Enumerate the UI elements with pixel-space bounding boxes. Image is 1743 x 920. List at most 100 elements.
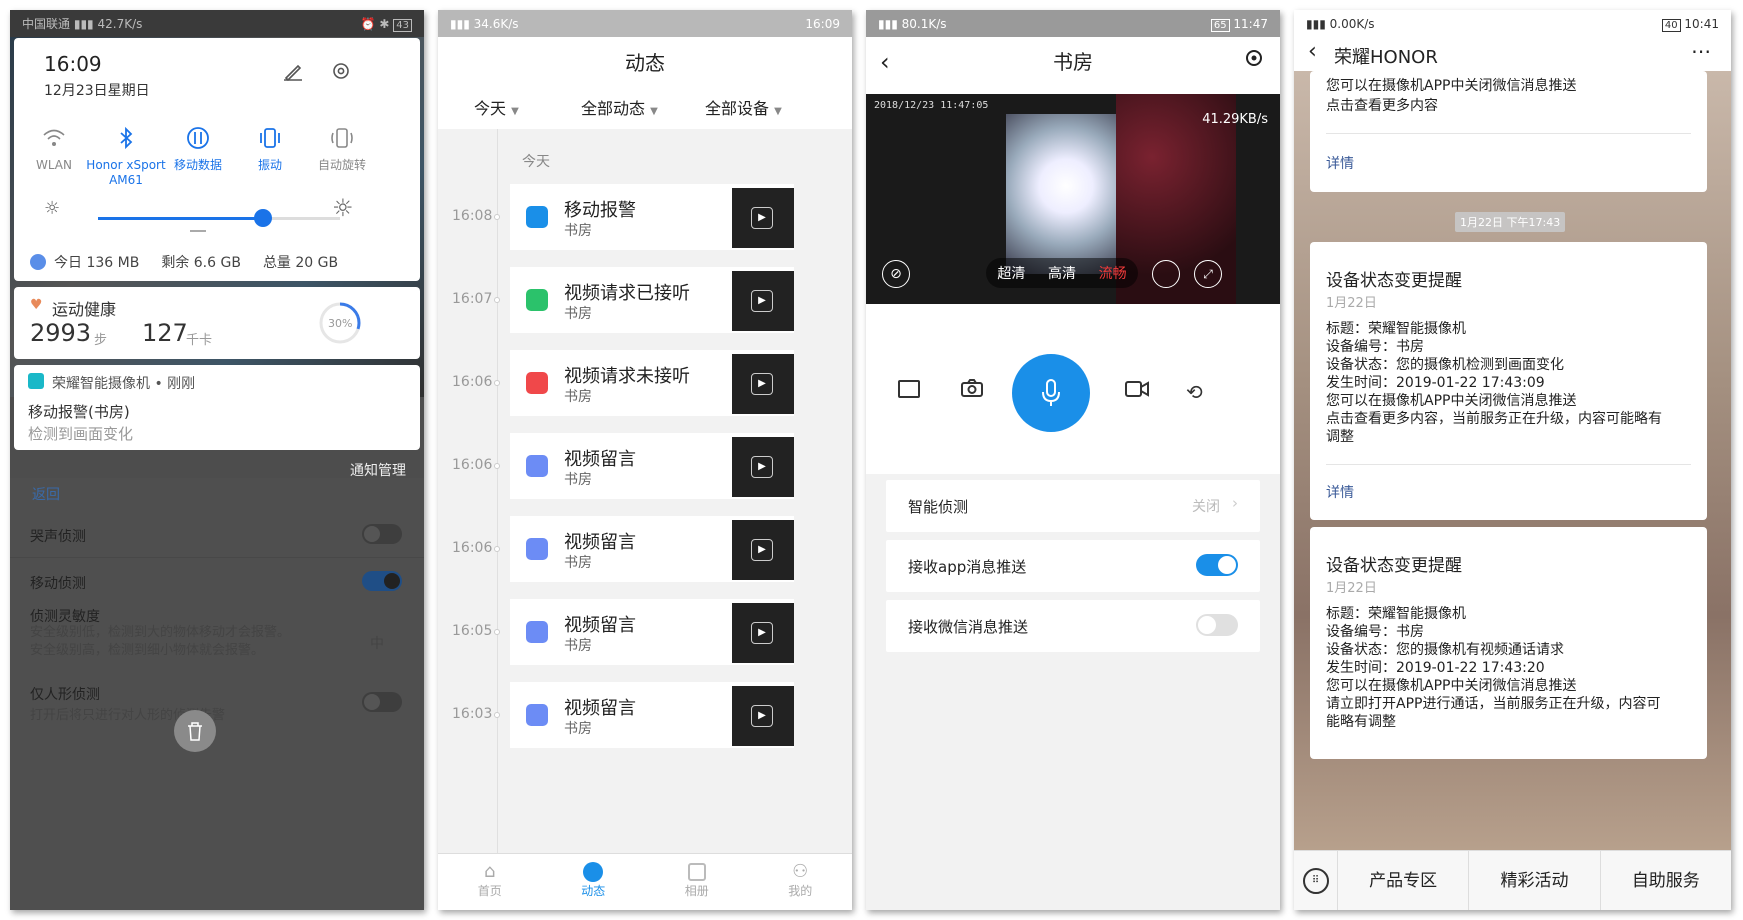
control-bar: ⟲ [866,304,1280,474]
multi-window-icon[interactable] [1152,260,1180,288]
quality-smooth[interactable]: 流畅 [1099,263,1127,283]
menu-events[interactable]: 精彩活动 [1469,850,1601,910]
event-title: 视频留言 [564,698,636,719]
camera-icon[interactable] [960,378,984,402]
chevron-down-icon: ▼ [650,106,658,117]
back-link[interactable]: 返回 [32,484,60,504]
status-bar: ▮▮▮ 34.6K/s 16:09 [438,10,852,37]
event-card[interactable]: 视频留言书房 ▶ [510,682,794,748]
fullscreen-icon[interactable]: ⤢ [1194,260,1222,288]
tab-events[interactable]: 动态 [542,854,646,910]
chevron-down-icon: ▼ [511,106,519,117]
event-card[interactable]: 视频留言 书房 ▶ [510,433,794,499]
event-card[interactable]: 移动报警 书房 ▶ [510,184,794,250]
filter-all-events[interactable]: 全部动态 ▼ [581,95,658,119]
playback-history-icon[interactable]: ⟲ [1186,380,1203,404]
message-line: 您可以在摄像机APP中关闭微信消息推送 [1326,678,1577,694]
cry-detection-toggle[interactable] [362,524,402,544]
album-icon [687,863,706,881]
live-video-view[interactable]: 2018/12/23 11:47:05 41.29KB/s ⊘ 超清 高清 流畅… [866,94,1280,304]
health-card[interactable]: ♥ 运动健康 2993 步 127 千卡 30% [14,287,420,359]
detail-link[interactable]: 详情 [1326,153,1354,173]
tile-bluetooth[interactable]: Honor xSport AM61 [86,118,166,188]
event-thumbnail[interactable]: ▶ [732,271,794,331]
event-card[interactable]: 视频留言 书房 ▶ [510,599,794,665]
mute-icon[interactable]: ⊘ [882,260,910,288]
net-speed: 42.7K/s [97,17,143,31]
event-room: 书房 [564,721,592,737]
tile-vibrate[interactable]: 振动 [230,118,310,173]
calorie-unit: 千卡 [186,333,213,348]
filter-all-devices[interactable]: 全部设备 ▼ [705,95,782,119]
play-icon: ▶ [751,290,773,312]
gear-icon[interactable] [330,60,352,82]
battery-level: 43 [393,18,412,32]
brightness-knob[interactable] [253,209,272,227]
smart-detection-row[interactable]: 智能侦测 关闭 › [886,480,1260,532]
filter-today[interactable]: 今天 ▼ [474,95,519,119]
brightness-slider[interactable] [98,209,340,227]
status-time: 16:09 [805,16,840,31]
wechat-push-toggle[interactable] [1196,614,1238,636]
tile-mobile-data[interactable]: 移动数据 [158,118,238,173]
message-card[interactable]: 您可以在摄像机APP中关闭微信消息推送 点击查看更多内容 详情 [1310,71,1707,192]
event-room: 书房 [564,306,592,322]
event-thumbnail[interactable]: ▶ [732,188,794,248]
event-thumbnail[interactable]: ▶ [732,437,794,497]
event-card[interactable]: 视频留言 书房 ▶ [510,516,794,582]
message-line: 设备状态：您的摄像机有视频通话请求 [1326,642,1564,658]
message-card[interactable]: 设备状态变更提醒 1月22日 标题：荣耀智能摄像机 设备编号：书房 设备状态：您… [1310,242,1707,520]
tab-home[interactable]: ⌂ 首页 [438,854,542,910]
record-video-icon[interactable] [1124,380,1150,402]
data-usage-card[interactable]: 今日 136 MB 剩余 6.6 GB 总量 20 GB [14,243,420,281]
talk-mic-button[interactable] [1012,354,1090,432]
sensitivity-value[interactable]: 中 [370,633,384,653]
notification-shade-screen: 中国联通 ▮▮▮ 42.7K/s ⏰ ✱ 43 16:09 12月23日星期日 … [10,10,424,910]
tile-wlan[interactable]: WLAN [14,118,94,173]
motion-detection-toggle[interactable] [362,571,402,591]
drag-handle[interactable] [190,230,206,232]
home-icon: ⌂ [484,861,496,882]
data-today: 今日 136 MB [54,255,140,271]
net-speed: 34.6K/s [473,16,519,31]
quality-selector: 超清 高清 流畅 [986,258,1138,288]
events-header: 动态 今天 ▼ 全部动态 ▼ 全部设备 ▼ [438,37,852,129]
back-arrow-icon[interactable]: ‹ [1308,39,1317,64]
app-push-toggle[interactable] [1196,554,1238,576]
camera-notification[interactable]: 荣耀智能摄像机 • 刚刚 移动报警(书房) 检测到画面变化 [14,365,420,450]
menu-self-service[interactable]: 自助服务 [1601,851,1731,911]
event-thumbnail[interactable]: ▶ [732,520,794,580]
notification-manage-link[interactable]: 通知管理 [350,460,406,480]
dimmed-settings: 返回 哭声侦测 移动侦测 侦测灵敏度 安全级别低，检测到大的物体移动才会报警。安… [10,478,424,910]
event-thumbnail[interactable]: ▶ [732,686,794,746]
play-icon: ▶ [751,705,773,727]
tile-auto-rotate[interactable]: 自动旋转 [302,118,382,173]
split-screen-icon[interactable] [898,380,920,398]
person-icon: ⚇ [792,861,809,882]
steps-value: 2993 [30,319,92,347]
play-icon: ▶ [751,622,773,644]
more-icon[interactable]: ⋯ [1691,39,1711,63]
detail-link[interactable]: 详情 [1326,482,1354,502]
gear-icon[interactable] [1244,48,1264,72]
edit-pencil-icon[interactable] [282,60,304,82]
quality-super[interactable]: 超清 [997,263,1025,283]
signal-icon: ▮▮▮ [1306,16,1326,31]
video-timestamp: 2018/12/23 11:47:05 [874,100,989,111]
event-card[interactable]: 视频请求未接听 书房 ▶ [510,350,794,416]
human-detection-toggle[interactable] [362,692,402,712]
event-thumbnail[interactable]: ▶ [732,603,794,663]
quality-high[interactable]: 高清 [1048,263,1076,283]
tab-me[interactable]: ⚇ 我的 [749,854,853,910]
menu-products[interactable]: 产品专区 [1338,850,1470,910]
message-card[interactable]: 设备状态变更提醒 1月22日 标题：荣耀智能摄像机 设备编号：书房 设备状态：您… [1310,527,1707,759]
tab-album[interactable]: 相册 [645,854,749,910]
message-title: 设备状态变更提醒 [1326,556,1462,576]
tile-label: 振动 [257,158,282,172]
event-thumbnail[interactable]: ▶ [732,354,794,414]
event-card[interactable]: 视频请求已接听 书房 ▶ [510,267,794,333]
trash-icon[interactable] [174,710,216,752]
net-speed: 80.1K/s [901,16,947,31]
chat-header: ‹ 荣耀HONOR ⋯ [1294,37,1731,71]
keyboard-icon[interactable]: ⠿ [1294,850,1338,910]
